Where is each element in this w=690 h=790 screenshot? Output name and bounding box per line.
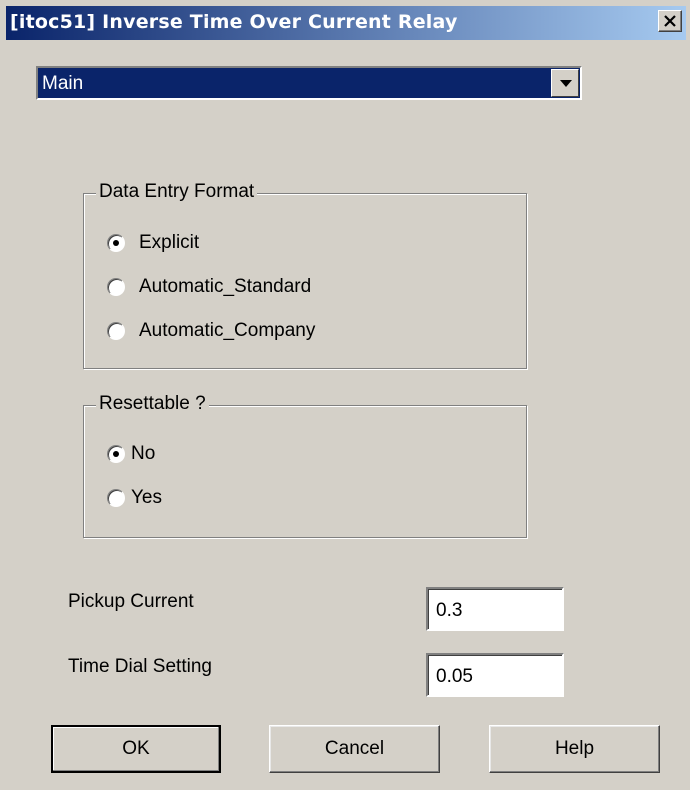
page-selector-value: Main: [42, 73, 84, 94]
pickup-current-input[interactable]: 0.3: [426, 587, 564, 631]
time-dial-setting-input[interactable]: 0.05: [426, 653, 564, 697]
radio-button[interactable]: [107, 322, 125, 340]
ok-button[interactable]: OK: [51, 725, 221, 773]
pickup-current-label: Pickup Current: [68, 591, 194, 612]
radio-explicit[interactable]: Explicit: [107, 232, 199, 254]
resettable-group: Resettable ?: [83, 393, 527, 538]
time-dial-setting-label: Time Dial Setting: [68, 656, 212, 677]
radio-button-checked[interactable]: [107, 234, 125, 252]
radio-label: Yes: [131, 487, 162, 508]
radio-label: Automatic_Standard: [139, 276, 312, 297]
radio-label: No: [131, 443, 156, 464]
radio-no[interactable]: No: [107, 443, 155, 465]
dialog-window: [itoc51] Inverse Time Over Current Relay…: [0, 0, 690, 790]
page-selector-dropdown[interactable]: Main: [36, 66, 582, 100]
radio-automatic-company[interactable]: Automatic_Company: [107, 320, 315, 342]
dropdown-button[interactable]: [551, 69, 579, 97]
help-button[interactable]: Help: [489, 725, 660, 773]
resettable-label: Resettable ?: [96, 393, 209, 415]
radio-automatic-standard[interactable]: Automatic_Standard: [107, 276, 311, 298]
close-icon: [664, 15, 676, 27]
radio-button[interactable]: [107, 278, 125, 296]
close-button[interactable]: [658, 10, 682, 32]
radio-yes[interactable]: Yes: [107, 487, 162, 509]
chevron-down-icon: [560, 80, 572, 87]
radio-button[interactable]: [107, 489, 125, 507]
window-title: [itoc51] Inverse Time Over Current Relay: [10, 11, 458, 33]
radio-label: Explicit: [139, 232, 200, 253]
title-bar[interactable]: [itoc51] Inverse Time Over Current Relay: [6, 6, 686, 40]
cancel-button[interactable]: Cancel: [269, 725, 440, 773]
radio-button-checked[interactable]: [107, 445, 125, 463]
data-entry-format-label: Data Entry Format: [96, 181, 258, 203]
radio-label: Automatic_Company: [139, 320, 316, 341]
